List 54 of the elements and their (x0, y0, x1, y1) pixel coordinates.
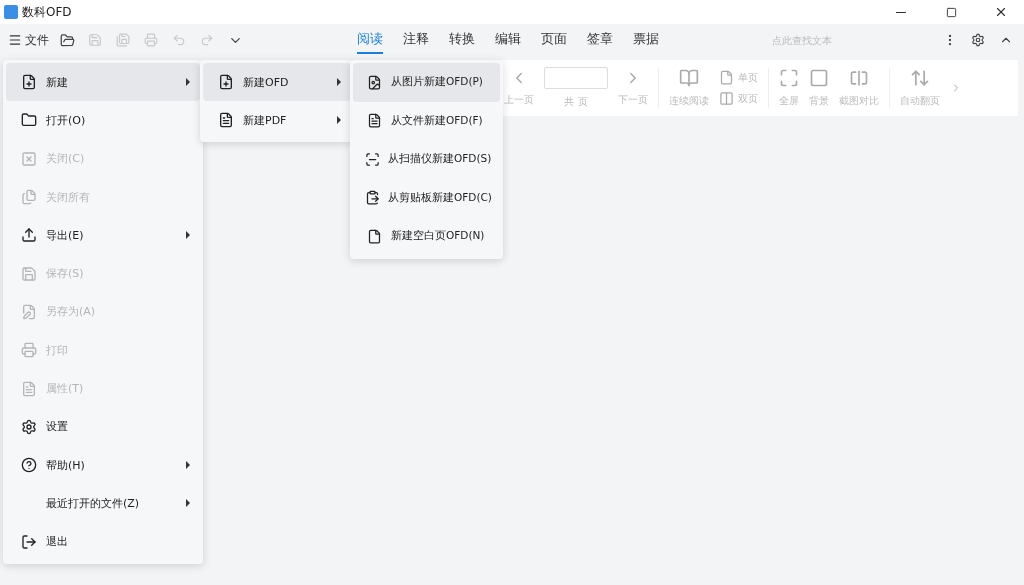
minimize-icon (896, 11, 906, 13)
file-menu-button[interactable]: 文件 (6, 29, 51, 51)
folder-icon (21, 112, 37, 129)
document-icon (366, 113, 382, 129)
tab[interactable]: 编辑 (495, 26, 521, 54)
help-icon (21, 457, 37, 474)
tab[interactable]: 转换 (449, 26, 475, 54)
file-plus-icon (218, 74, 234, 90)
book-icon (679, 68, 699, 88)
page-total-label: 共 页 (564, 95, 588, 109)
menu-item[interactable]: 打开(O) (6, 101, 200, 140)
menu-item[interactable]: 从文件新建OFD(F) (353, 101, 500, 140)
menu-icon (8, 33, 22, 47)
document-icon (21, 380, 37, 397)
menu-item[interactable]: 从扫描仪新建OFD(S) (353, 140, 500, 179)
menu-item[interactable]: 最近打开的文件(Z) (6, 484, 200, 523)
exit-icon (21, 533, 37, 550)
tab[interactable]: 票据 (633, 26, 659, 54)
menu-item[interactable]: 从图片新建OFD(P) (353, 63, 500, 102)
file-plus-icon (21, 74, 37, 91)
app-logo-icon (4, 5, 18, 19)
tab[interactable]: 阅读 (357, 26, 383, 54)
maximize-icon (945, 6, 957, 18)
page-icon (719, 70, 734, 85)
menu-item[interactable]: 导出(E) (6, 216, 200, 255)
two-column-icon (719, 91, 734, 106)
blank-page-icon (366, 228, 382, 244)
menu-item[interactable]: 新建空白页OFD(N) (353, 217, 500, 256)
menu-item[interactable]: 从剪贴板新建OFD(C) (353, 178, 500, 217)
save-icon (21, 265, 37, 282)
files-icon (21, 189, 37, 206)
split-square-icon (849, 68, 869, 88)
menu-item[interactable]: 新建OFD (203, 63, 351, 101)
up-down-arrows-icon (910, 68, 930, 88)
menu-item[interactable]: 帮助(H) (6, 445, 200, 485)
close-icon (994, 5, 1008, 19)
page-number-field[interactable] (544, 67, 608, 89)
close-file-icon (21, 150, 37, 167)
fullscreen-icon (779, 68, 799, 88)
clipboard-icon (365, 190, 380, 206)
settings-icon (21, 418, 37, 435)
menu-item[interactable]: 新建 (6, 63, 200, 102)
tab[interactable]: 注释 (403, 26, 429, 54)
square-icon (809, 68, 829, 88)
printer-icon (21, 342, 37, 359)
menu-item[interactable]: 退出 (6, 522, 200, 561)
window-title: 数科OFD (22, 3, 73, 21)
menu-item[interactable]: 设置 (6, 407, 200, 446)
export-icon (21, 227, 37, 244)
document-icon (218, 112, 234, 128)
tab[interactable]: 页面 (541, 26, 567, 54)
scan-icon (365, 151, 380, 167)
tab[interactable]: 签章 (587, 26, 613, 54)
image-file-icon (366, 74, 382, 90)
